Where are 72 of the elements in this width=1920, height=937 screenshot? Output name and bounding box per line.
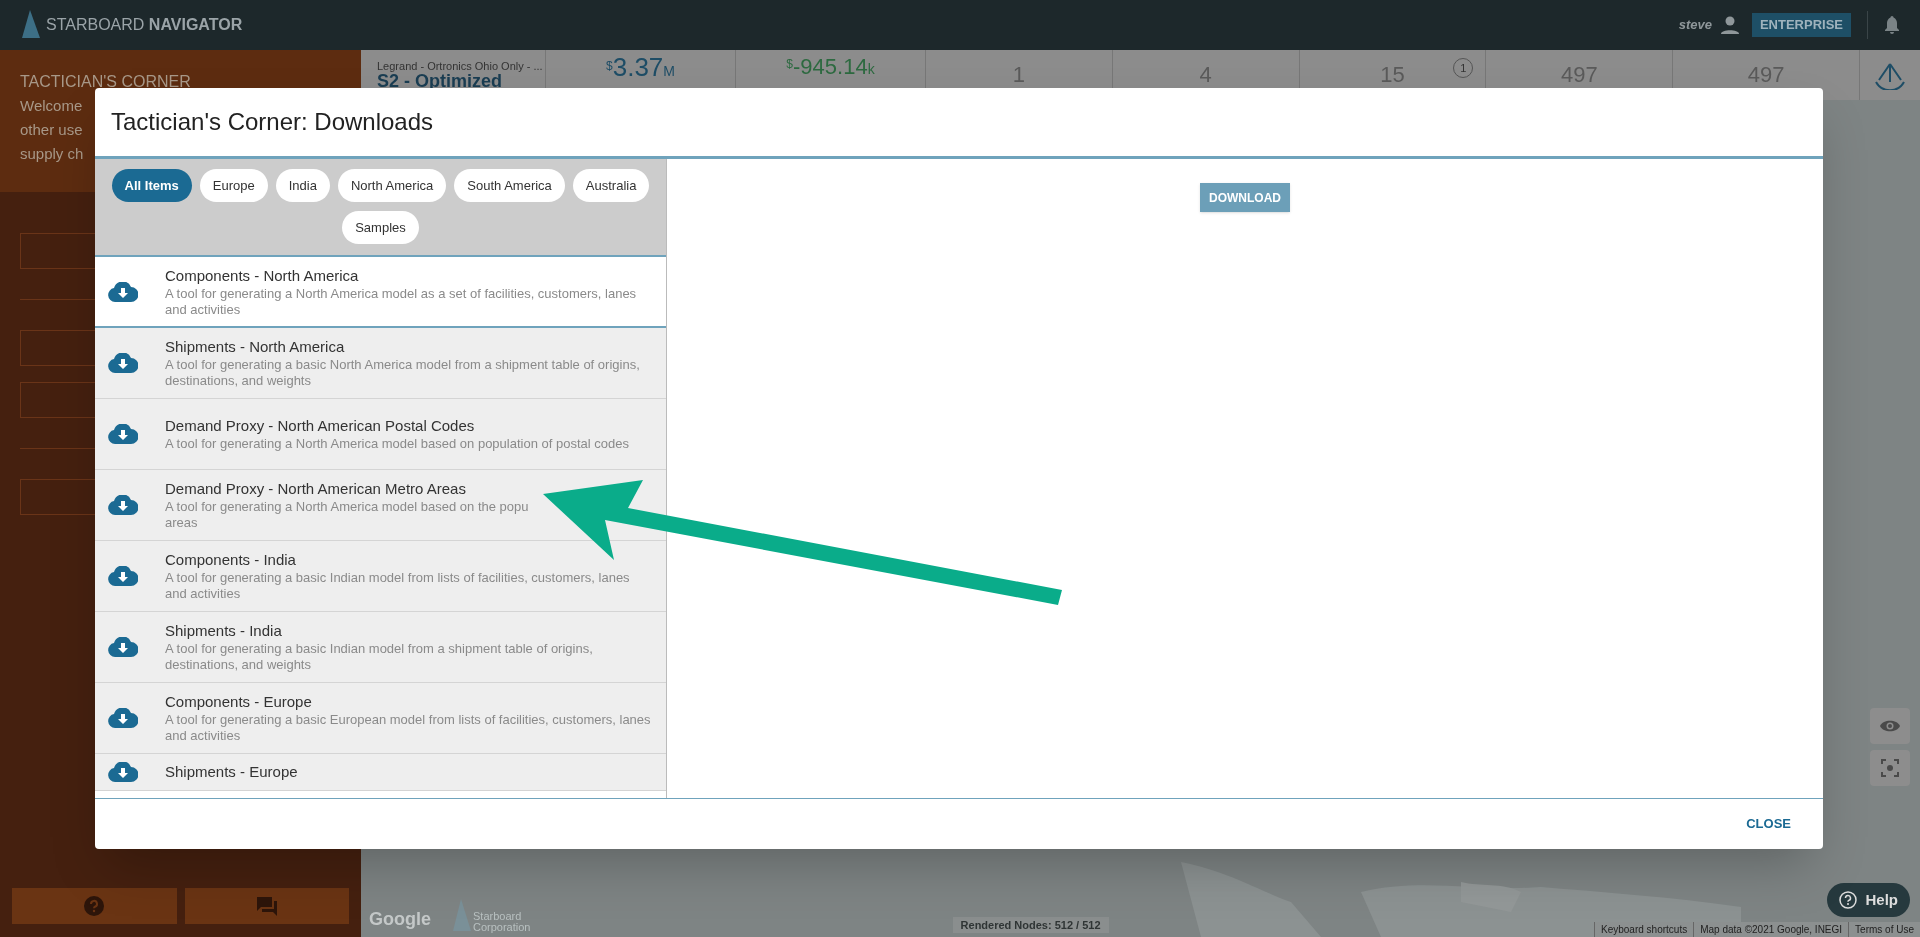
money-value: $^{$}$-945.14k [786,53,875,81]
cloud-download-icon [108,708,138,728]
close-button[interactable]: CLOSE [1738,810,1799,838]
download-item[interactable]: Components - India A tool for generating a basic Indian model from lists of facilities, customers, lanes and activities [95,541,666,612]
focus-icon [1881,759,1899,777]
question-icon [84,896,105,916]
filter-chip[interactable]: Australia [572,169,650,202]
download-item[interactable]: Demand Proxy - North American Metro Areas A tool for generating a North America model based on the popu areas [95,470,666,541]
download-item[interactable]: Shipments - Europe [95,754,666,791]
item-title: Shipments - North America [165,337,346,357]
download-item[interactable]: Shipments - India A tool for generating a basic Indian model from a shipment table of origins, destinations, and weights [95,612,666,683]
filter-chip[interactable]: Europe [199,169,268,202]
item-title: Shipments - Europe [165,762,298,782]
map-footer-link[interactable]: Terms of Use [1848,922,1920,937]
item-title: Components - Europe [165,692,313,712]
item-description: A tool for generating a basic European model from lists of facilities, customers, lanes and activities [165,712,652,744]
download-item[interactable]: Components - North America A tool for generating a North America model as a set of facilities, customers, lanes and activities [95,257,666,328]
download-item[interactable]: Demand Proxy - North American Postal Codes A tool for generating a North America model based on population of postal codes [95,399,666,470]
user-icon[interactable] [1719,15,1740,35]
map-attribution: Google [369,908,431,931]
item-description: A tool for generating a basic Indian model from lists of facilities, customers, lanes and activities [165,570,631,602]
download-item[interactable]: Components - Europe A tool for generating a basic European model from lists of facilities, customers, lanes and activities [95,683,666,754]
cloud-download-icon [108,762,138,782]
item-title: Components - North America [165,265,360,286]
cloud-download-icon [108,424,138,444]
sidebar-title: TACTICIAN'S CORNER [20,72,192,92]
brand-name: STARBOARD NAVIGATOR [46,15,243,35]
bell-icon[interactable] [1884,16,1900,34]
plan-badge: ENTERPRISE [1751,13,1851,37]
rendered-nodes: Rendered Nodes: 512 / 512 [952,916,1109,933]
map-footer-link[interactable]: Keyboard shortcuts [1594,922,1694,937]
item-title: Demand Proxy - North American Metro Areas [165,479,467,499]
item-title: Components - India [165,550,297,570]
dialog-title: Tactician's Corner: Downloads [111,107,434,137]
cloud-download-icon [108,495,138,515]
item-title: Demand Proxy - North American Postal Codes [165,416,476,436]
intro-text: Welcome [20,97,83,114]
eye-icon [1880,719,1900,733]
scenario-name: S2 - Optimized [377,71,502,90]
item-description: A tool for generating a North America model based on population of postal codes [165,436,629,452]
cloud-download-icon [108,353,138,373]
item-description: areas [165,515,198,531]
cloud-download-icon [108,281,138,302]
intro-text: supply ch [20,145,84,162]
filter-chip[interactable]: North America [337,169,447,202]
user-name: steve [1678,16,1712,35]
focus-button[interactable] [1870,750,1910,786]
company-name: Corporation [473,922,531,933]
download-item[interactable]: Shipments - North America A tool for generating a basic North America model from a shipment table of origins, destinations, and weights [95,328,666,399]
item-description: A tool for generating a basic Indian model from a shipment table of origins, destinations, and weights [165,641,594,673]
visibility-button[interactable] [1870,708,1910,744]
help-icon-button[interactable] [12,888,177,924]
help-button[interactable]: Help [1827,882,1910,917]
filter-chip[interactable]: India [275,169,330,202]
sail-logo-icon [20,10,42,40]
money-value: $^{$}$3.37M [606,51,675,84]
item-description: A tool for generating a basic North America model from a shipment table of origins, destinations, and weights [165,357,641,389]
item-description: A tool for generating a North America model as a set of facilities, customers, lanes and activities [165,285,638,318]
filter-chip[interactable]: South America [454,169,565,202]
cloud-download-icon [108,566,138,586]
cloud-download-icon [108,637,138,657]
scenario-caption: Legrand - Ortronics Ohio Only - ... [377,60,544,72]
map-footer-link[interactable]: Map data ©2021 Google, INEGI [1693,922,1849,937]
question-icon [1839,890,1858,909]
intro-text: other use [20,121,83,138]
chat-button[interactable] [184,888,349,924]
filter-chip[interactable]: All Items [111,169,192,202]
item-title: Shipments - India [165,621,283,641]
filter-chip[interactable]: Samples [342,211,419,244]
item-description: A tool for generating a North America model based on the popu [165,499,529,515]
chat-icon [255,896,278,916]
company-name: Starboard [473,911,523,922]
